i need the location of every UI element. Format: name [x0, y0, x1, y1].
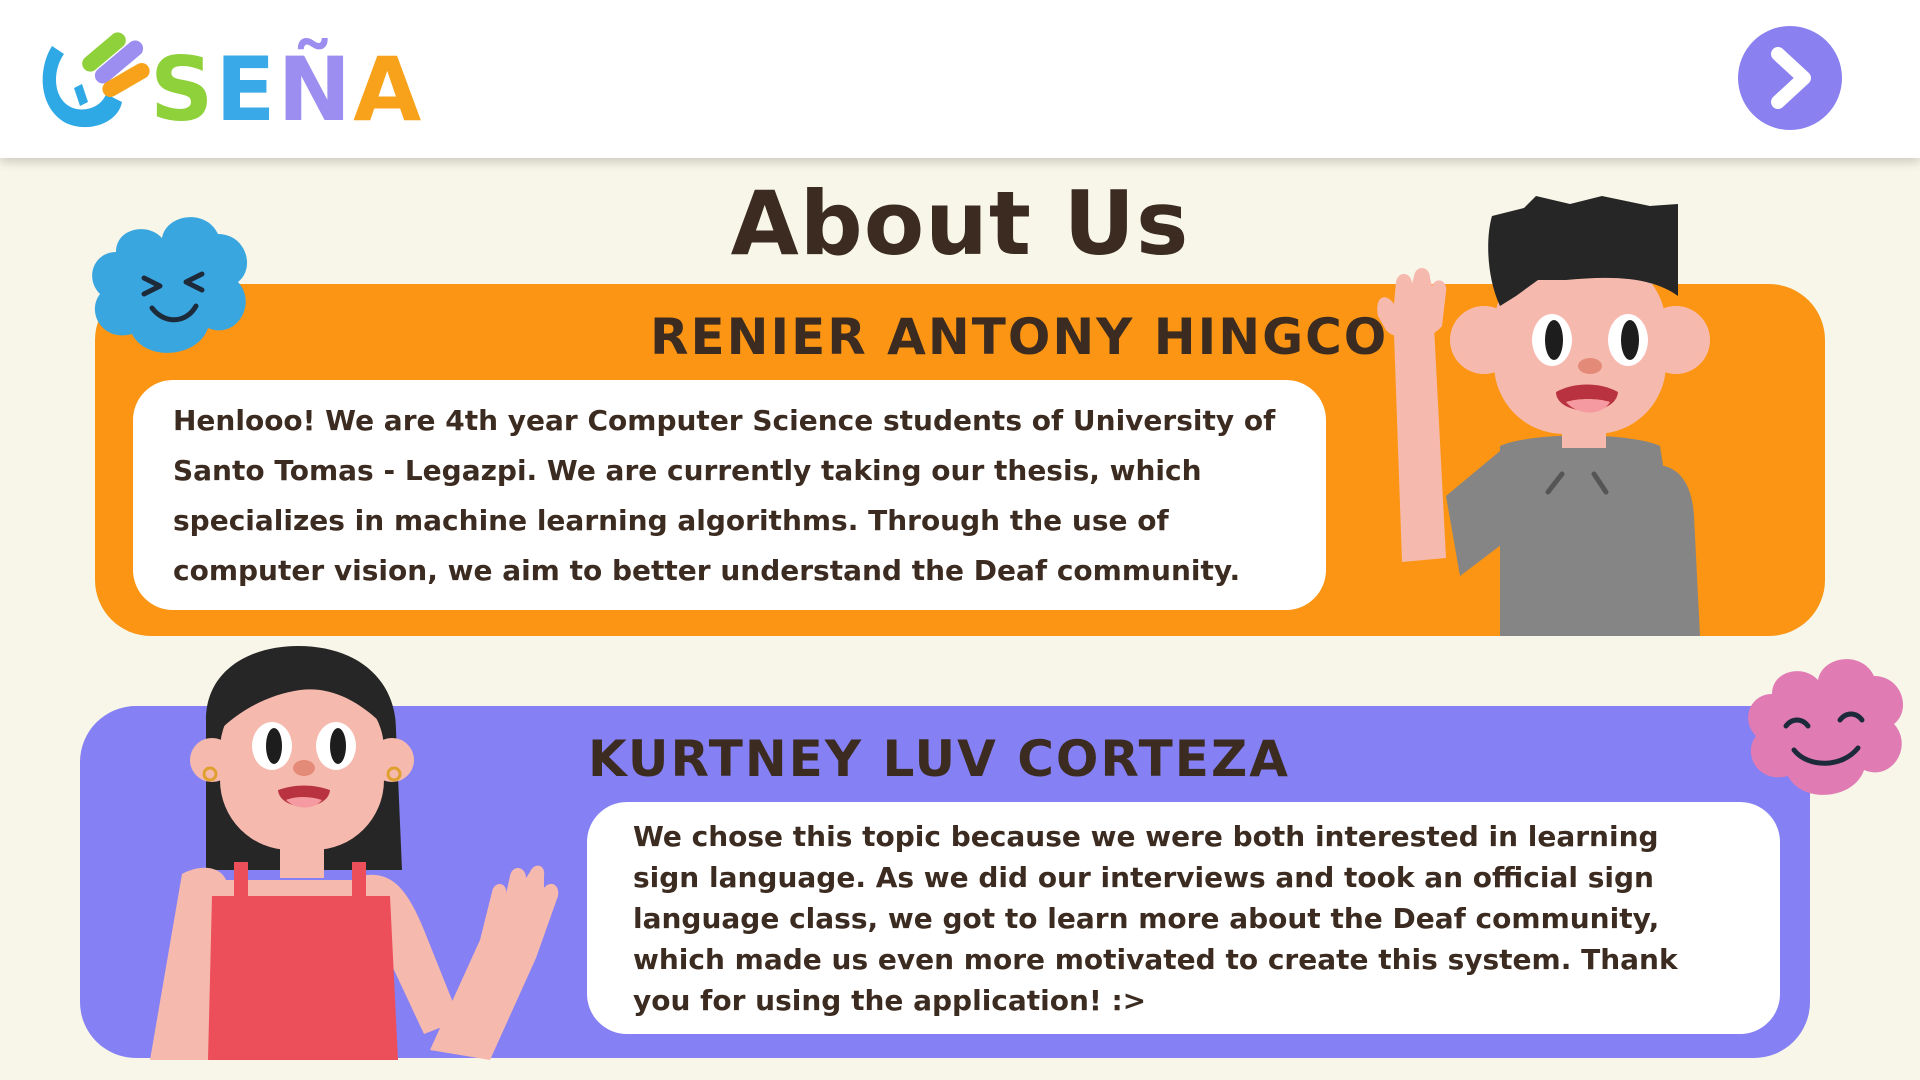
waving-girl-illustration — [150, 646, 559, 1060]
member-bio: We chose this topic because we were both… — [587, 802, 1780, 1034]
logo-text: SEÑA — [150, 38, 423, 141]
next-button[interactable] — [1738, 26, 1842, 130]
smiling-cloud-icon — [92, 217, 248, 353]
top-header: SEÑA — [0, 0, 1920, 158]
chevron-right-icon — [1771, 47, 1811, 109]
smiling-cloud-icon — [1748, 659, 1904, 795]
hand-sign-icon — [42, 32, 150, 128]
waving-boy-illustration — [1377, 196, 1710, 636]
member-name: RENIER ANTONY HINGCO — [650, 308, 1389, 366]
member-bio: Henlooo! We are 4th year Computer Scienc… — [133, 380, 1326, 610]
logo-letter-s: S — [150, 38, 216, 141]
logo-letter-e: E — [215, 38, 278, 141]
logo-letter-a: A — [353, 38, 424, 141]
logo-letter-n-tilde: Ñ — [277, 38, 354, 141]
member-name: KURTNEY LUV CORTEZA — [588, 730, 1290, 788]
